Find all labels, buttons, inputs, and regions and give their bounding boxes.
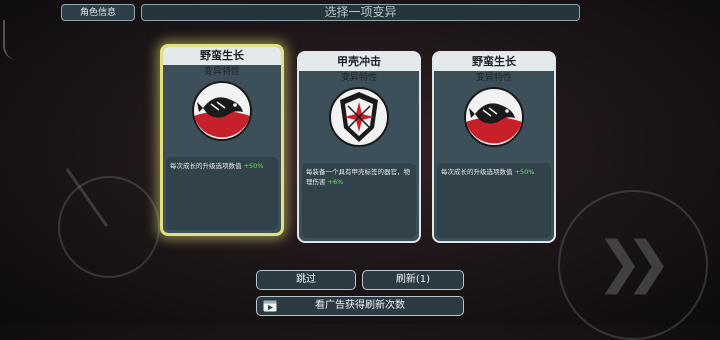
fish-emblem-icon <box>464 87 524 147</box>
joystick-ring <box>58 176 160 278</box>
shield-emblem-icon <box>329 87 389 147</box>
card-description: 每装备一个具有甲壳标签的器官，物理伤害 +6% <box>302 163 416 238</box>
video-ad-icon <box>263 300 277 312</box>
card-subtitle: 变异特性 <box>340 73 377 83</box>
card-desc-text: 每装备一个具有甲壳标签的器官，物理伤害 <box>306 168 410 186</box>
card-desc-text: 每次成长的升级选项数值 <box>441 168 513 176</box>
watch-ad-refresh-button[interactable]: 看广告获得刷新次数 <box>256 296 464 316</box>
mutation-card-1[interactable]: 野蛮生长 变异特性 每次成长的升级选项数值 +50% <box>160 44 284 236</box>
card-bonus: +50% <box>243 162 264 170</box>
card-bonus: +6% <box>327 178 344 186</box>
card-subtitle: 变异特性 <box>203 67 240 77</box>
fish-emblem-icon <box>192 81 252 141</box>
card-description: 每次成长的升级选项数值 +50% <box>437 163 551 238</box>
skip-button[interactable]: 跳过 <box>256 270 356 290</box>
card-subtitle: 变异特性 <box>475 73 512 83</box>
ad-refresh-label: 看广告获得刷新次数 <box>315 300 405 311</box>
refresh-button[interactable]: 刷新(1) <box>362 270 464 290</box>
hook-decoration <box>3 20 19 60</box>
fast-forward-icon: ❯❯ <box>596 230 672 295</box>
mutation-card-2[interactable]: 甲壳冲击 变异特性 每装备一个具有甲壳标签的器官，物理伤害 +6% <box>297 51 421 243</box>
card-title: 甲壳冲击 <box>299 53 419 71</box>
page-title: 选择一项变异 <box>141 4 580 21</box>
card-description: 每次成长的升级选项数值 +50% <box>166 157 278 230</box>
joystick-needle <box>65 168 109 228</box>
card-bonus: +50% <box>514 168 535 176</box>
character-info-button[interactable]: 角色信息 <box>61 4 135 21</box>
card-desc-text: 每次成长的升级选项数值 <box>170 162 242 170</box>
card-title: 野蛮生长 <box>434 53 554 71</box>
card-title: 野蛮生长 <box>163 47 281 65</box>
mutation-card-3[interactable]: 野蛮生长 变异特性 每次成长的升级选项数值 +50% <box>432 51 556 243</box>
